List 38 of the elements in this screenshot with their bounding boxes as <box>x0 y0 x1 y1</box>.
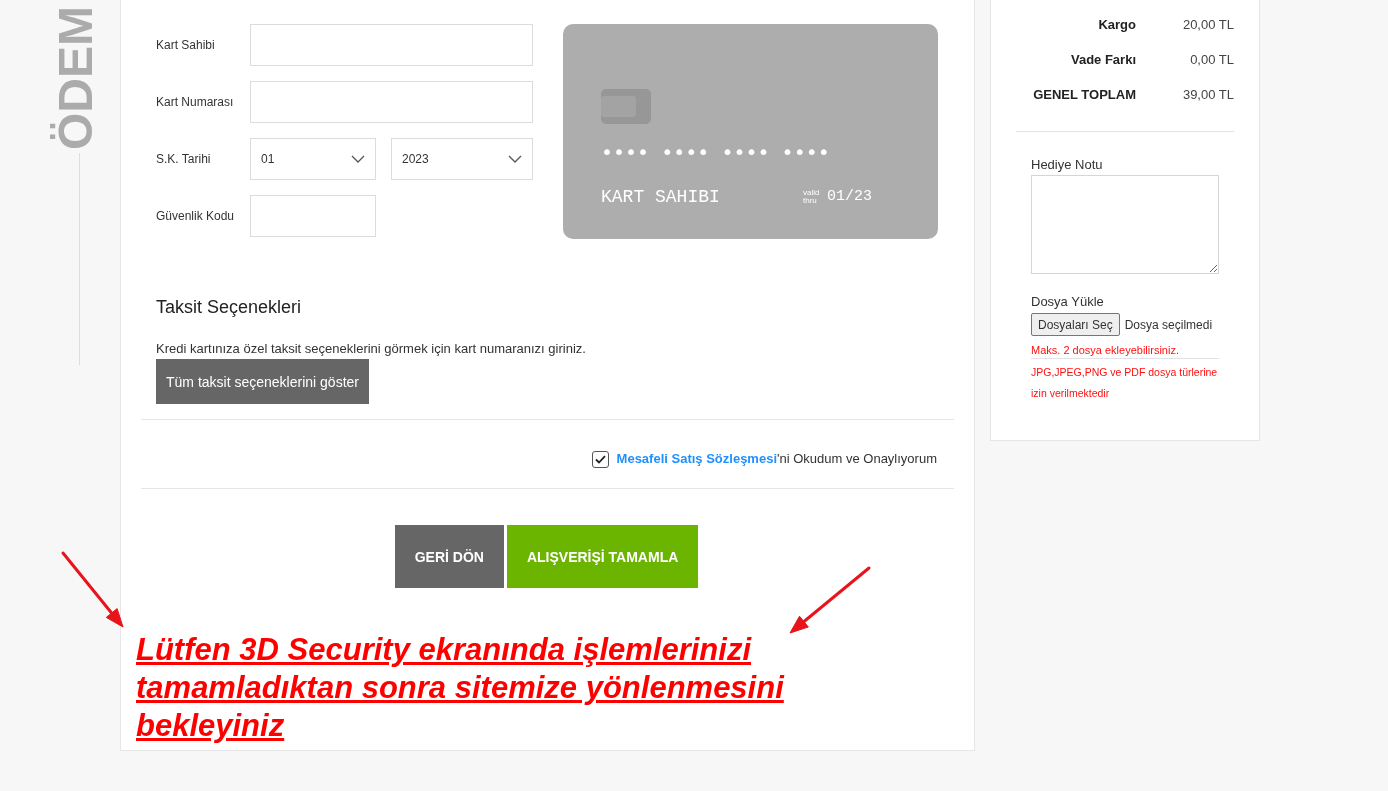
summary-value: 0,00 TL <box>1190 52 1234 67</box>
field-label: Kart Numarası <box>156 95 235 109</box>
summary-value: 20,00 TL <box>1182 17 1234 32</box>
dropdown[interactable]: 2023 <box>391 138 533 180</box>
dropdown[interactable]: 01 <box>250 138 376 180</box>
text-field[interactable] <box>250 24 533 66</box>
text-field[interactable] <box>250 195 376 237</box>
expiry-caption: valid thru <box>803 189 821 205</box>
field-label: Dosya Yükle <box>1031 294 1104 310</box>
field-label: Kart Sahibi <box>156 38 216 52</box>
warning-notice: Lütfen 3D Security ekranında işlemlerinizi tamamladıktan sonra sitemize yönlenmesini bekleyiniz <box>136 631 786 745</box>
section-title: Taksit Seçenekleri <box>156 296 302 318</box>
summary-label: Vade Farkı <box>1070 52 1136 67</box>
show-installments-button[interactable]: Tüm taksit seçeneklerini göster <box>156 359 369 404</box>
back-button[interactable]: GERİ DÖN <box>394 525 504 588</box>
text-area[interactable] <box>1031 175 1219 274</box>
help-text: Kredi kartınıza özel taksit seçeneklerini görmek için kart numaranızı giriniz. <box>156 341 586 357</box>
field-label: S.K. Tarihi <box>156 152 212 166</box>
summary-value: 39,00 TL <box>1182 87 1234 102</box>
agreement-link[interactable]: Mesafeli Satış Sözleşmesi <box>616 451 777 466</box>
field-label: Güvenlik Kodu <box>156 209 236 223</box>
choose-files-button[interactable]: Dosyaları Seç <box>1031 313 1120 336</box>
check-icon <box>594 454 606 464</box>
hint-text: JPG,JPEG,PNG ve PDF dosya türlerine izin verilmektedir <box>1031 365 1219 401</box>
card-expiry: 01/23 <box>827 188 872 206</box>
file-status-text: Dosya seçilmedi <box>1124 317 1213 332</box>
page-heading: ÖDEM <box>50 5 103 150</box>
text-field[interactable] <box>250 81 533 123</box>
chevron-down-icon <box>508 155 522 163</box>
agreement-text: Mesafeli Satış Sözleşmesi'ni Okudum ve Onaylıyorum <box>616 450 937 468</box>
card-holder-name: KART SAHIBI <box>601 186 721 208</box>
checkbox[interactable] <box>591 450 609 468</box>
summary-label: Kargo <box>1098 17 1136 32</box>
chevron-down-icon <box>351 155 365 163</box>
field-label: Hediye Notu <box>1031 157 1103 173</box>
summary-label: GENEL TOPLAM <box>1033 87 1136 102</box>
card-number: •••• •••• •••• •••• <box>601 142 830 162</box>
hint-text: Maks. 2 dosya ekleyebilirsiniz. <box>1031 343 1179 358</box>
